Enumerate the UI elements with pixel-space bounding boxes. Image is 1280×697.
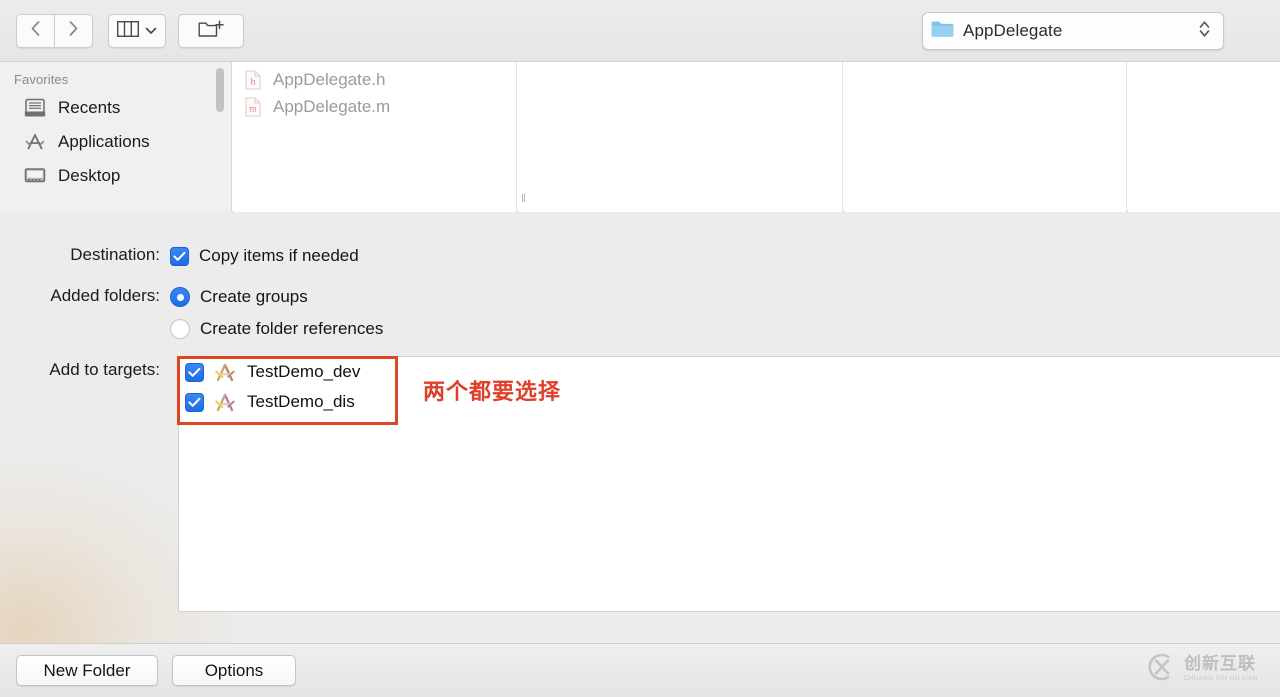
sidebar-item-label: Applications xyxy=(58,132,150,151)
column-view-button[interactable] xyxy=(108,14,166,48)
column-view-icon xyxy=(116,20,140,42)
nav-button-group xyxy=(16,14,93,48)
file-name: AppDelegate.m xyxy=(273,96,391,116)
add-to-targets-row: Add to targets: xyxy=(0,359,170,381)
stepper-up-down-icon xyxy=(1198,19,1211,44)
chevron-right-icon xyxy=(68,20,79,42)
create-folder-references-label: Create folder references xyxy=(200,319,384,338)
create-groups-label: Create groups xyxy=(200,287,308,306)
copy-items-checkbox[interactable] xyxy=(170,246,189,266)
sidebar: Favorites Recents Applications Desktop xyxy=(0,62,232,212)
create-folder-references-radio-row[interactable]: Create folder references xyxy=(170,317,383,341)
back-button[interactable] xyxy=(16,14,55,48)
xcode-target-icon xyxy=(213,361,237,383)
target-name: TestDemo_dev xyxy=(247,362,361,381)
file-browser: Favorites Recents Applications Desktop h… xyxy=(0,62,1280,212)
browser-column-1[interactable]: h AppDelegate.h m AppDelegate.m xyxy=(233,62,517,212)
cx-logo-icon xyxy=(1144,650,1178,689)
create-groups-radio-row[interactable]: Create groups xyxy=(170,285,383,309)
path-popup-button[interactable]: AppDelegate xyxy=(922,12,1224,50)
browser-column-4[interactable] xyxy=(1128,62,1280,212)
added-folders-label: Added folders: xyxy=(50,286,160,305)
sidebar-item-desktop[interactable]: Desktop xyxy=(0,159,231,193)
forward-button[interactable] xyxy=(54,14,93,48)
file-row[interactable]: m AppDelegate.m xyxy=(233,93,516,120)
annotation-text: 两个都要选择 xyxy=(423,380,562,405)
chevron-down-icon xyxy=(145,22,157,40)
target-row[interactable]: TestDemo_dis xyxy=(179,387,1280,417)
finder-add-files-dialog: AppDelegate Favorites Recents Applicatio… xyxy=(0,0,1280,697)
browser-column-2[interactable] xyxy=(518,62,843,212)
new-folder-button[interactable]: New Folder xyxy=(16,655,158,686)
watermark: 创新互联 CHUANG XIN HU LIAN xyxy=(1144,646,1272,692)
sidebar-item-label: Recents xyxy=(58,98,121,117)
browser-column-3[interactable] xyxy=(844,62,1127,212)
sidebar-section-favorites: Favorites xyxy=(14,72,69,87)
new-folder-toolbar-button[interactable] xyxy=(178,14,244,48)
chevron-left-icon xyxy=(30,20,41,42)
target-row[interactable]: TestDemo_dev xyxy=(179,357,1280,387)
copy-items-label: Copy items if needed xyxy=(199,246,359,265)
destination-label: Destination: xyxy=(70,245,160,264)
watermark-en: CHUANG XIN HU LIAN xyxy=(1184,676,1258,682)
add-to-targets-label: Add to targets: xyxy=(49,360,160,379)
folder-icon xyxy=(931,20,954,43)
svg-text:m: m xyxy=(249,104,257,113)
bottom-bar: New Folder Options xyxy=(0,643,1280,697)
svg-text:h: h xyxy=(250,77,256,87)
target-checkbox[interactable] xyxy=(185,392,204,412)
recents-icon xyxy=(24,98,48,118)
objc-file-icon: m xyxy=(245,96,264,117)
new-folder-icon xyxy=(198,19,224,44)
target-checkbox[interactable] xyxy=(185,362,204,382)
desktop-icon xyxy=(24,166,48,186)
targets-list-panel[interactable]: TestDemo_dev TestDemo_dis xyxy=(178,356,1280,612)
options-button[interactable]: Options xyxy=(172,655,296,686)
copy-items-checkbox-row[interactable]: Copy items if needed xyxy=(170,244,359,268)
file-name: AppDelegate.h xyxy=(273,69,386,89)
sidebar-item-label: Desktop xyxy=(58,166,121,185)
added-folders-row: Added folders: Create groups Create fold… xyxy=(0,285,383,341)
applications-icon xyxy=(24,132,48,152)
sidebar-item-recents[interactable]: Recents xyxy=(0,91,231,125)
path-popup-label: AppDelegate xyxy=(963,21,1063,40)
create-groups-radio[interactable] xyxy=(170,287,190,307)
file-row[interactable]: h AppDelegate.h xyxy=(233,66,516,93)
sidebar-scrollbar[interactable] xyxy=(216,68,224,112)
watermark-text: 创新互联 CHUANG XIN HU LIAN xyxy=(1184,654,1258,683)
header-file-icon: h xyxy=(245,69,264,90)
create-folder-references-radio[interactable] xyxy=(170,319,190,339)
xcode-target-icon xyxy=(213,391,237,413)
watermark-cn: 创新互联 xyxy=(1184,654,1256,674)
target-name: TestDemo_dis xyxy=(247,392,355,411)
sidebar-item-applications[interactable]: Applications xyxy=(0,125,231,159)
toolbar: AppDelegate xyxy=(0,0,1280,62)
column-resize-grip[interactable]: ‖ xyxy=(521,191,526,205)
destination-row: Destination: Copy items if needed xyxy=(0,244,359,268)
